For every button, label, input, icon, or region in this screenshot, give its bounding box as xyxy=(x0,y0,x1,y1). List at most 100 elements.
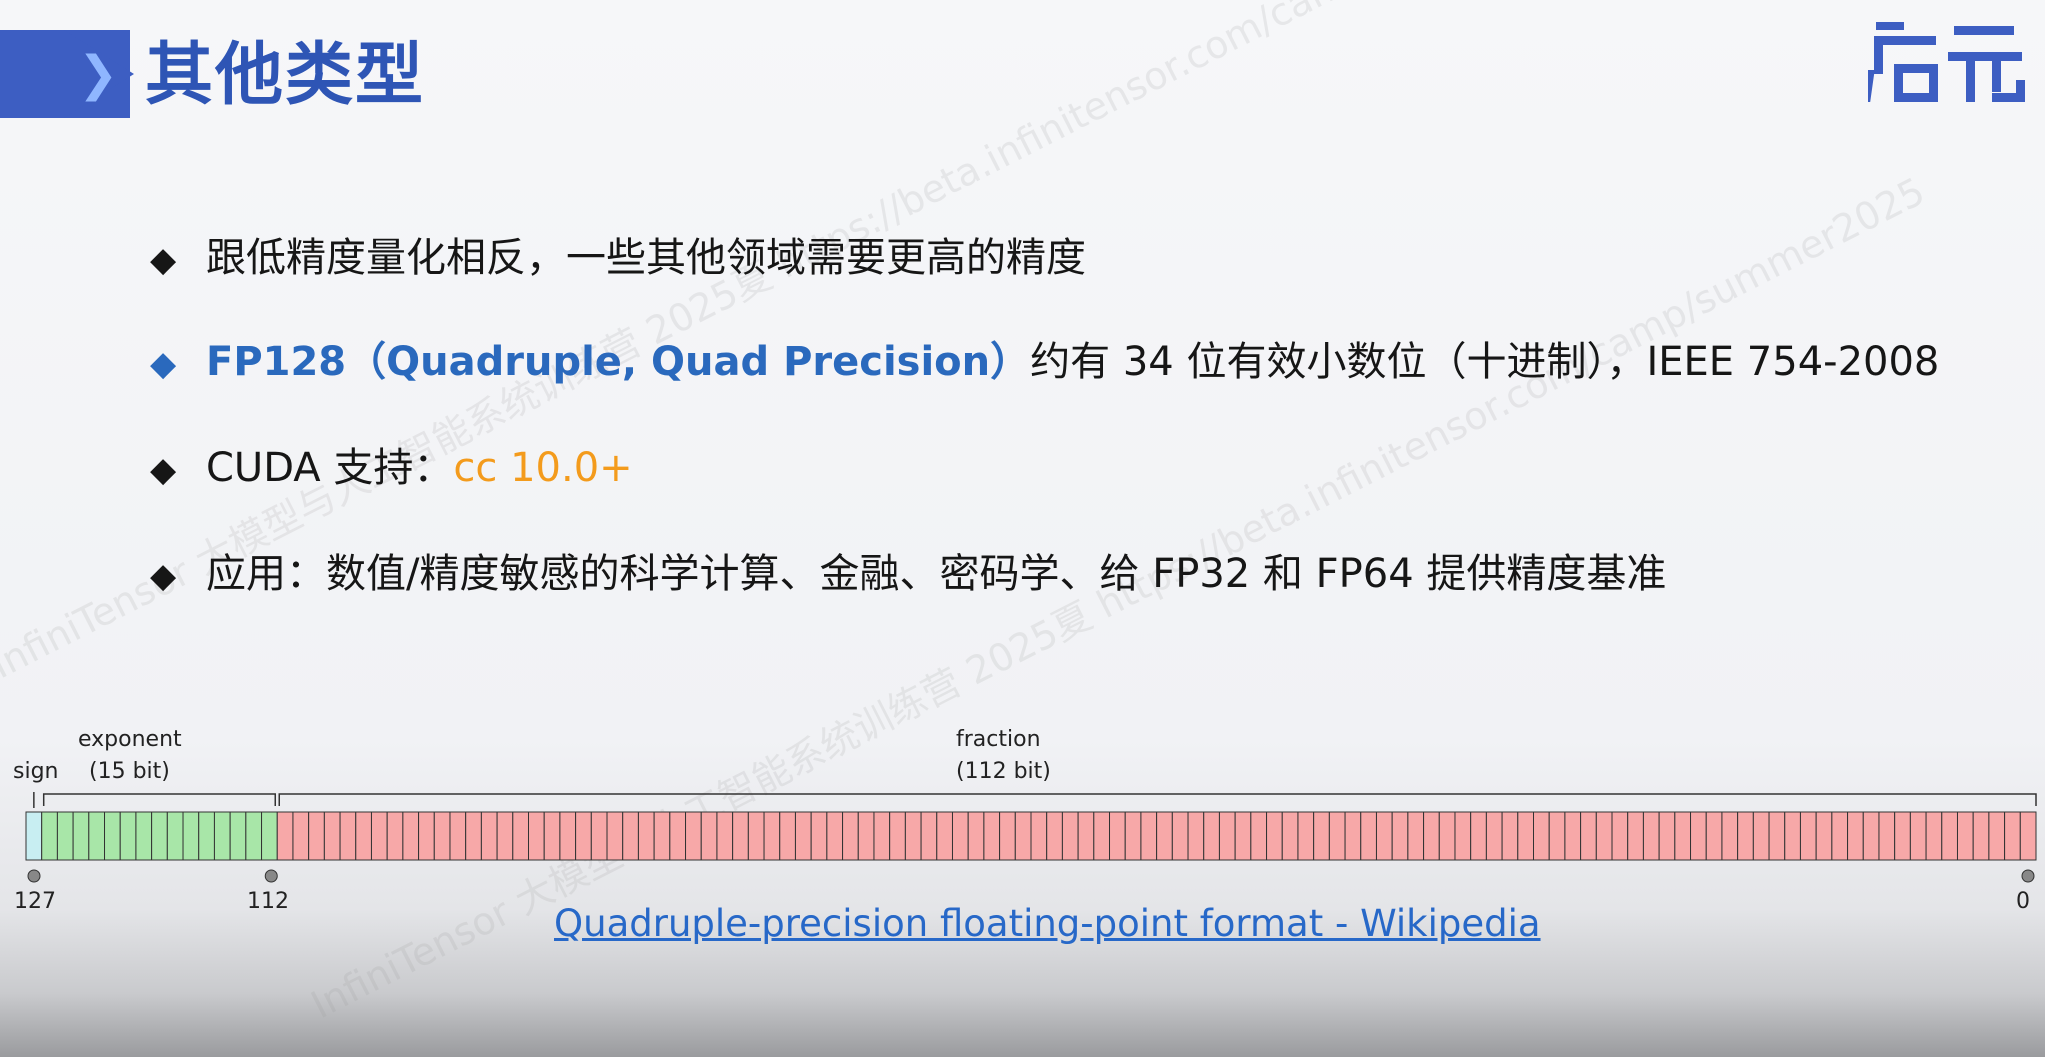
fraction-bit-cell xyxy=(1046,811,1063,861)
exponent-bit-cell xyxy=(245,811,263,861)
fraction-bit-cell xyxy=(1501,811,1519,861)
exponent-bit-cell xyxy=(261,811,278,861)
sign-label: sign xyxy=(13,759,59,784)
diamond-bullet-icon: ◆ xyxy=(150,344,177,384)
fraction-bit-cell xyxy=(1124,811,1142,861)
fraction-bit-cell xyxy=(873,811,891,861)
fraction-bit-cell xyxy=(1423,811,1440,861)
fraction-bit-cell xyxy=(1093,811,1111,861)
fraction-bit-cell xyxy=(2004,811,2021,861)
exponent-bit-cell xyxy=(88,811,106,861)
fraction-bit-cell xyxy=(1077,811,1095,861)
fraction-bracket xyxy=(278,793,2037,806)
bit-0-marker xyxy=(2021,869,2035,883)
fraction-bit-cell xyxy=(1187,811,1205,861)
bullet-highlight: FP128（Quadruple, Quad Precision） xyxy=(206,339,1031,385)
fraction-bits-label: (112 bit) xyxy=(956,759,1051,784)
fraction-bit-cell xyxy=(999,811,1016,861)
page-title: 其他类型 xyxy=(145,36,426,115)
fraction-bit-cell xyxy=(716,811,734,861)
fraction-bit-cell xyxy=(1894,811,1911,861)
fraction-bit-cell xyxy=(1642,811,1660,861)
fraction-bit-cell xyxy=(543,811,561,861)
bullet-text: 应用：数值/精度敏感的科学计算、金融、密码学、给 FP32 和 FP64 提供精… xyxy=(206,551,1667,597)
fraction-bit-cell xyxy=(496,811,514,861)
fraction-bit-cell xyxy=(1203,811,1220,861)
fraction-bit-cell xyxy=(1752,811,1770,861)
exponent-label: exponent xyxy=(78,727,182,752)
fraction-bit-cell xyxy=(449,811,467,861)
bit-127-marker xyxy=(27,869,41,883)
fraction-bit-cell xyxy=(575,811,592,861)
fraction-bit-cell xyxy=(1470,811,1487,861)
fraction-bit-cell xyxy=(590,811,608,861)
fraction-bit-cell xyxy=(308,811,325,861)
wikipedia-link[interactable]: Quadruple-precision floating-point forma… xyxy=(554,900,1541,948)
bit-index-0: 0 xyxy=(2016,889,2030,914)
bullet-item: ◆ 应用：数值/精度敏感的科学计算、金融、密码学、给 FP32 和 FP64 提供… xyxy=(150,546,1666,604)
fraction-bit-cell xyxy=(763,811,781,861)
fraction-bit-cell xyxy=(1140,811,1158,861)
exponent-bit-cell xyxy=(198,811,215,861)
fraction-bit-cell xyxy=(1454,811,1472,861)
fraction-bit-cell xyxy=(276,811,294,861)
chevron-right-icon: ❯ xyxy=(78,46,119,102)
bullet-item: ◆ 跟低精度量化相反，一些其他领域需要更高的精度 xyxy=(150,230,1086,288)
fraction-bit-cell xyxy=(794,811,812,861)
fraction-bit-cell xyxy=(528,811,545,861)
fraction-bit-cell xyxy=(1925,811,1943,861)
fraction-bit-cell xyxy=(983,811,1001,861)
diamond-bullet-icon: ◆ xyxy=(150,450,177,490)
bullet-text: 跟低精度量化相反，一些其他领域需要更高的精度 xyxy=(206,235,1086,281)
bullet-item: ◆ FP128（Quadruple, Quad Precision）约有 34 位… xyxy=(150,334,1939,392)
fraction-bit-cell xyxy=(637,811,655,861)
fraction-bit-cell xyxy=(1705,811,1723,861)
fraction-bit-cell xyxy=(1438,811,1456,861)
fraction-bit-cell xyxy=(1690,811,1707,861)
fraction-bit-cell xyxy=(1156,811,1173,861)
fraction-bit-cell xyxy=(1956,811,1974,861)
diamond-bullet-icon: ◆ xyxy=(150,240,177,280)
bullet-highlight: cc 10.0+ xyxy=(453,445,633,491)
fraction-bit-cell xyxy=(292,811,310,861)
slide: InfiniTensor 大模型与人工智能系统训练营 2025夏 https:/… xyxy=(0,0,2045,1057)
fraction-bit-cell xyxy=(967,811,985,861)
bit-index-112: 112 xyxy=(247,889,289,914)
fraction-bit-cell xyxy=(606,811,624,861)
sign-bit-cell xyxy=(25,811,43,861)
fraction-bit-cell xyxy=(1281,811,1299,861)
bullet-text: 约有 34 位有效小数位（十进制），IEEE 754-2008 xyxy=(1030,339,1940,385)
fraction-bit-cell xyxy=(1988,811,2006,861)
fraction-bit-cell xyxy=(951,811,969,861)
fraction-bit-cell xyxy=(355,811,372,861)
diamond-bullet-icon: ◆ xyxy=(150,556,177,596)
exponent-bit-cell xyxy=(119,811,137,861)
fraction-bit-cell xyxy=(622,811,639,861)
fraction-bit-cell xyxy=(386,811,404,861)
fp128-bit-layout-diagram: sign exponent (15 bit) fraction (112 bit… xyxy=(0,720,2045,920)
fraction-bit-cell xyxy=(1250,811,1268,861)
fraction-bit-cell xyxy=(1674,811,1692,861)
fraction-bit-cell xyxy=(1266,811,1283,861)
fraction-bit-cell xyxy=(904,811,922,861)
fraction-bit-cell xyxy=(433,811,451,861)
fraction-bit-cell xyxy=(826,811,844,861)
fraction-bit-cell xyxy=(669,811,687,861)
bullet-item: ◆ CUDA 支持：cc 10.0+ xyxy=(150,440,633,498)
exponent-bracket xyxy=(42,793,276,806)
fraction-bit-cell xyxy=(920,811,938,861)
fraction-bit-cell xyxy=(1218,811,1236,861)
fraction-bit-cell xyxy=(2019,811,2037,861)
fraction-bit-cell xyxy=(1234,811,1252,861)
fraction-bit-cell xyxy=(1171,811,1189,861)
fraction-bit-cell xyxy=(402,811,420,861)
fraction-bit-cell xyxy=(1595,811,1613,861)
exponent-bit-cell xyxy=(135,811,153,861)
fraction-bit-cell xyxy=(700,811,718,861)
fraction-bit-cell xyxy=(1941,811,1958,861)
fraction-bit-cell xyxy=(1768,811,1786,861)
fraction-bit-cell xyxy=(465,811,482,861)
fraction-bit-cell xyxy=(1799,811,1817,861)
fraction-bit-cell xyxy=(1109,811,1126,861)
fraction-bit-cell xyxy=(480,811,498,861)
